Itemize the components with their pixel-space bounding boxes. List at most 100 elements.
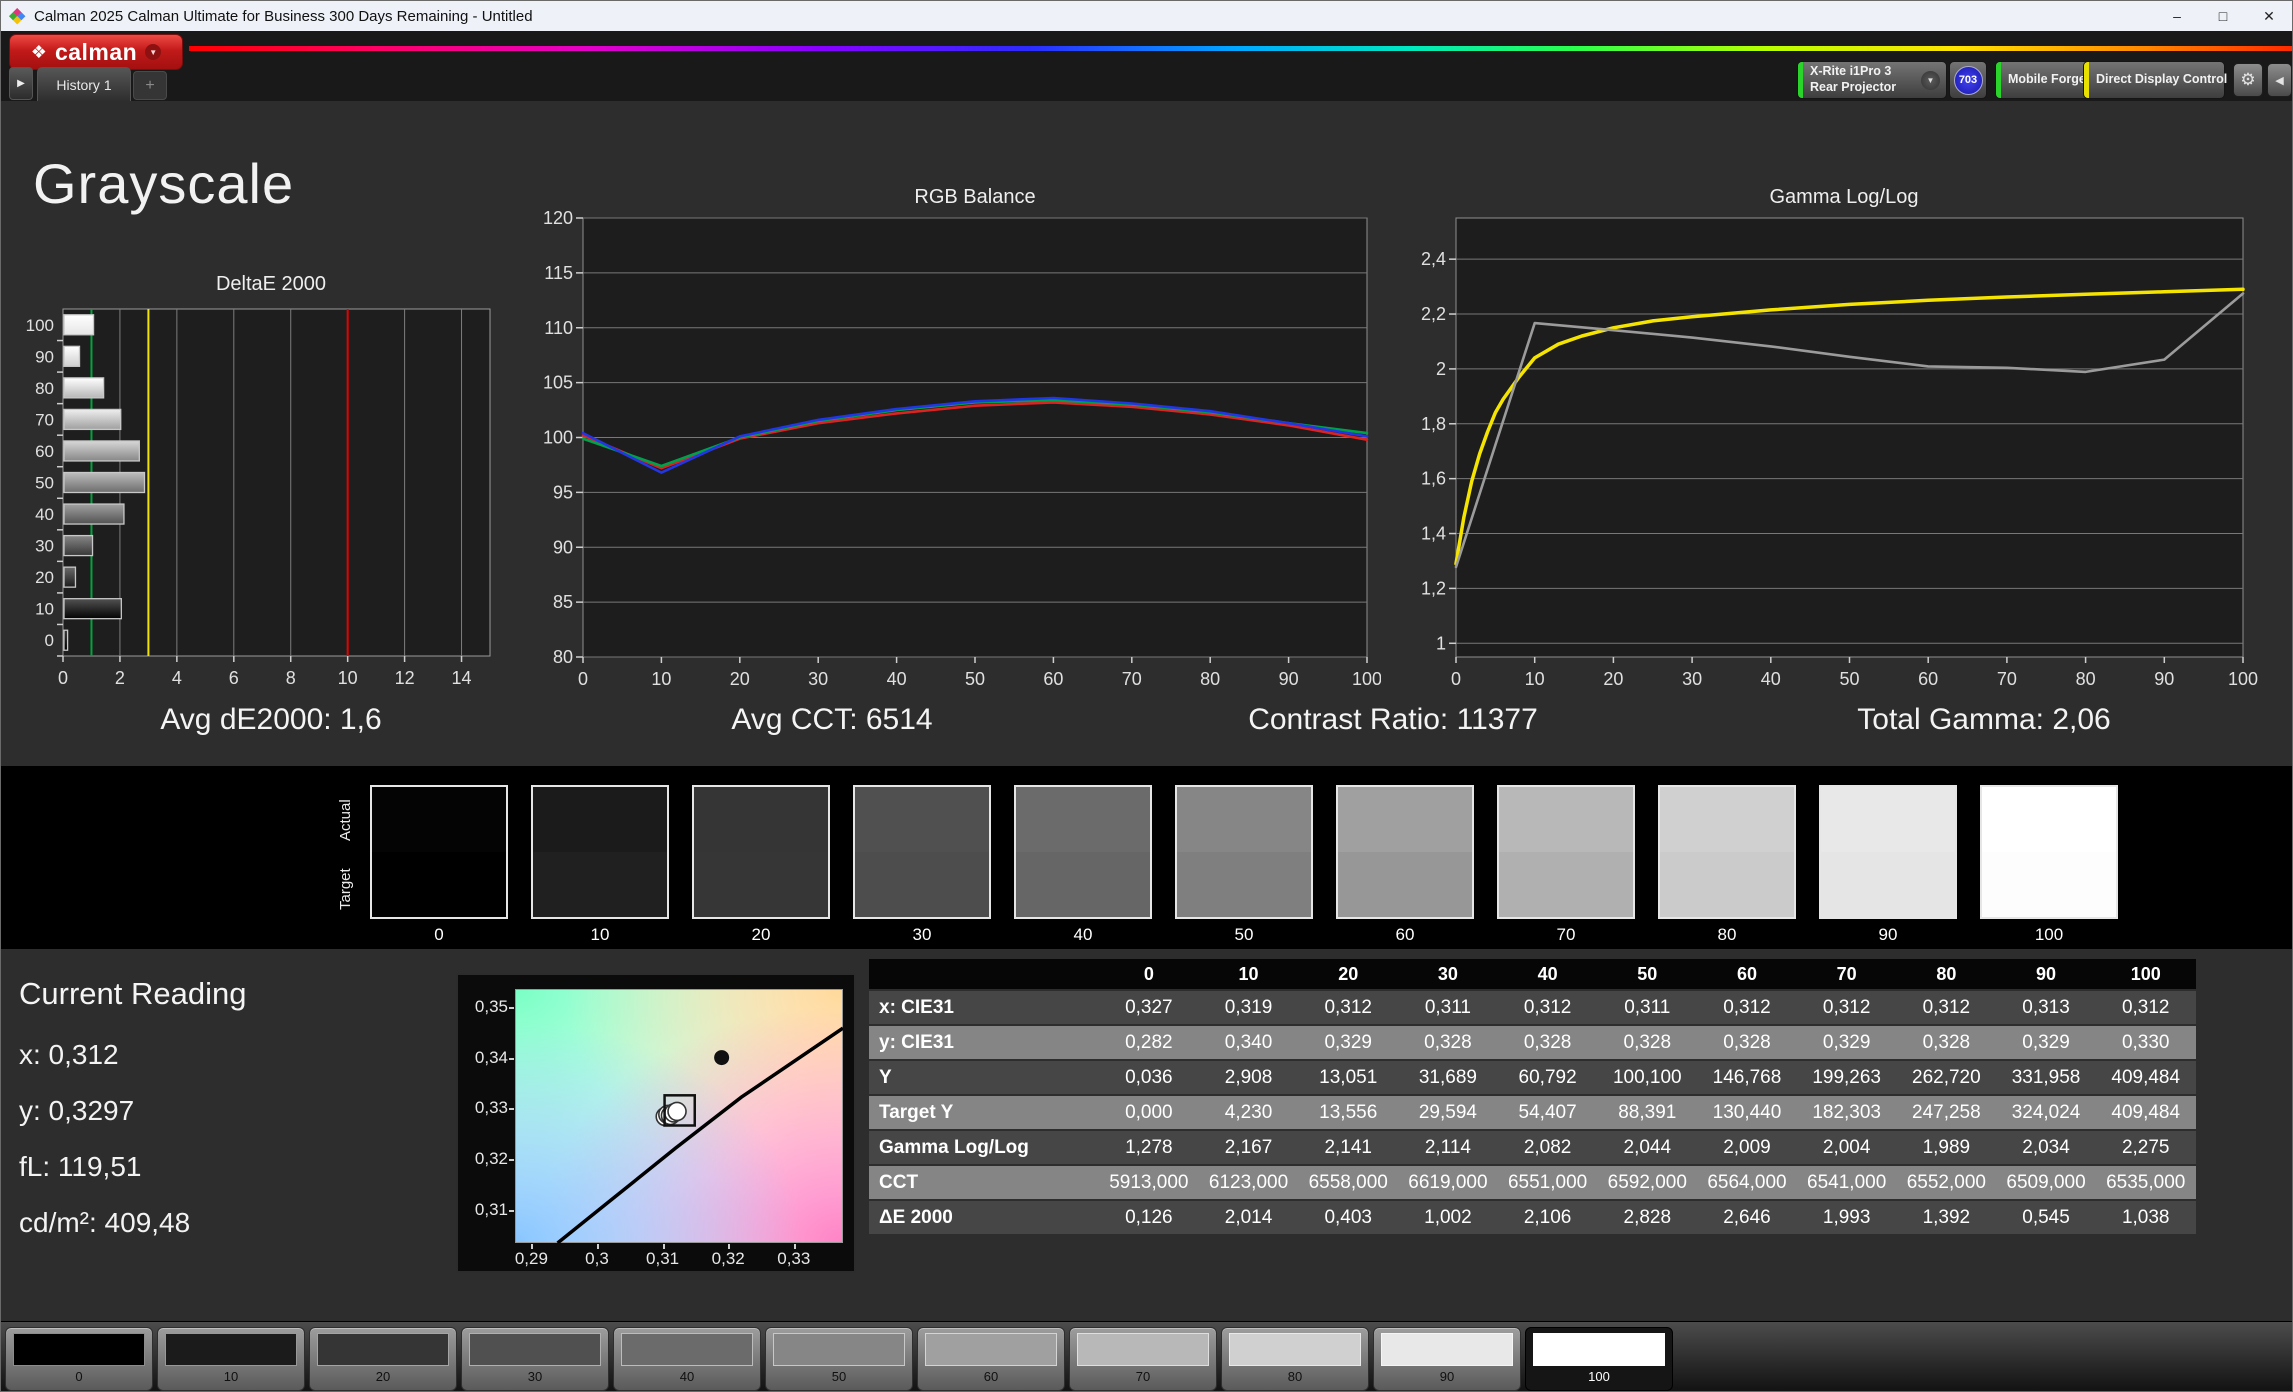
svg-text:40: 40 (887, 669, 907, 689)
table-cell: 6564,000 (1707, 1171, 1787, 1193)
page-title: Grayscale (33, 152, 295, 215)
grayscale-swatch-20 (692, 785, 830, 919)
swatch-label: 80 (1717, 925, 1737, 944)
table-cell: 1,278 (1125, 1136, 1173, 1158)
svg-text:2: 2 (1436, 359, 1446, 379)
pattern-swatch (1533, 1333, 1665, 1366)
table-cell: 0,328 (1523, 1031, 1572, 1053)
meter-mode-badge[interactable]: 703 (1949, 61, 1987, 99)
table-cell: 0,311 (1624, 996, 1671, 1018)
cie-x-tick-label: 0,32 (711, 1249, 745, 1268)
pattern-button-100[interactable]: 100 (1525, 1327, 1673, 1391)
svg-text:60: 60 (1918, 669, 1938, 689)
pattern-button-0[interactable]: 0 (5, 1327, 153, 1391)
grayscale-swatch-0 (370, 785, 508, 919)
table-cell: 1,002 (1424, 1206, 1472, 1228)
pattern-button-20[interactable]: 20 (309, 1327, 457, 1391)
table-cell: 1,038 (2121, 1206, 2170, 1228)
pattern-button-30[interactable]: 30 (461, 1327, 609, 1391)
svg-text:2,2: 2,2 (1421, 304, 1446, 324)
rgb-balance-chart: 80 85 90 95 100 105 110 115 120 0 10 20 30 40 50 60 70 80… (536, 208, 1381, 693)
table-row: x: CIE31 0,327 0,319 0,312 0,311 0,312 0,311 0,… (869, 991, 2196, 1024)
svg-text:40: 40 (35, 505, 54, 524)
settings-gear-button[interactable]: ⚙ (2233, 63, 2263, 97)
table-row-label: x: CIE31 (879, 996, 954, 1018)
close-button[interactable]: ✕ (2246, 1, 2292, 31)
table-cell: 199,263 (1812, 1066, 1881, 1088)
deltae-bar-70 (63, 408, 122, 431)
pattern-button-90[interactable]: 90 (1373, 1327, 1521, 1391)
table-cell: 13,051 (1319, 1066, 1378, 1088)
deltae-bar-10 (63, 598, 122, 620)
pattern-swatch (1077, 1333, 1209, 1366)
svg-text:115: 115 (544, 263, 573, 283)
svg-text:30: 30 (35, 537, 54, 556)
svg-text:1: 1 (1436, 633, 1446, 653)
swatch-label: 60 (1395, 925, 1415, 944)
table-cell: 6541,000 (1807, 1171, 1887, 1193)
table-cell: 29,594 (1418, 1101, 1477, 1123)
swatch-actual (855, 787, 989, 852)
svg-text:85: 85 (553, 592, 573, 612)
swatch-label: 30 (912, 925, 932, 944)
table-cell: 6123,000 (1208, 1171, 1289, 1193)
table-cell: 2,646 (1723, 1206, 1771, 1228)
collapse-toolbar-button[interactable]: ◀ (2267, 63, 2292, 97)
cie-x-tick-label: 0,29 (514, 1249, 548, 1268)
pattern-button-70[interactable]: 70 (1069, 1327, 1217, 1391)
titlebar: Calman 2025 Calman Ultimate for Business… (1, 1, 2292, 31)
grayscale-swatch-60 (1336, 785, 1474, 919)
history-panel-expander[interactable]: ▶ (9, 67, 33, 100)
svg-text:0: 0 (58, 668, 68, 688)
table-column-header: 30 (1437, 963, 1458, 984)
svg-text:40: 40 (1761, 669, 1781, 689)
svg-text:70: 70 (1122, 669, 1142, 689)
pattern-button-50[interactable]: 50 (765, 1327, 913, 1391)
table-row-label: Gamma Log/Log (879, 1136, 1029, 1158)
calman-diamond-icon: ❖ (30, 42, 47, 62)
svg-text:60: 60 (35, 442, 54, 461)
table-cell: 1,392 (1922, 1206, 1971, 1228)
pattern-bar: 0102030405060708090100 ▲ ■ ▶ [··] ∞ ↻ « … (1, 1321, 2292, 1391)
svg-text:2,4: 2,4 (1421, 249, 1446, 269)
pattern-label: 0 (75, 1369, 83, 1384)
svg-text:80: 80 (2076, 669, 2096, 689)
svg-text:10: 10 (338, 668, 358, 688)
display-control-selector[interactable]: Direct Display Control ▼ (2083, 61, 2254, 99)
gamma-loglog-chart: 1 1,2 1,4 1,6 1,8 2 2,2 2,4 0 10 20 30 40 50 60 70 80 90 1… (1408, 208, 2292, 693)
table-cell: 0,329 (1324, 1031, 1372, 1053)
swatch-label: 40 (1073, 925, 1093, 944)
table-cell: 4,230 (1224, 1101, 1273, 1123)
grayscale-swatch-50 (1175, 785, 1313, 919)
swatch-label: 10 (590, 925, 610, 944)
svg-text:95: 95 (553, 482, 573, 502)
svg-text:110: 110 (544, 318, 573, 338)
meter-selector[interactable]: X-Rite i1Pro 3 Rear Projector ▼ (1797, 61, 1947, 99)
table-cell: 0,340 (1224, 1031, 1273, 1053)
pattern-button-80[interactable]: 80 (1221, 1327, 1369, 1391)
window-title: Calman 2025 Calman Ultimate for Business… (34, 7, 533, 25)
pattern-button-60[interactable]: 60 (917, 1327, 1065, 1391)
meter-label: X-Rite i1Pro 3 Rear Projector (1810, 64, 1897, 94)
swatch-actual (1982, 787, 2116, 852)
maximize-button[interactable]: □ (2200, 1, 2246, 31)
add-tab-button[interactable]: + (133, 71, 167, 100)
calman-main-menu-button[interactable]: ❖ calman ▼ (9, 34, 183, 70)
table-row: Y 0,036 2,908 13,051 31,689 60,792 100,100 146,… (869, 1061, 2196, 1094)
svg-text:20: 20 (730, 669, 750, 689)
table-cell: 2,167 (1224, 1136, 1273, 1158)
pattern-swatch (1381, 1333, 1513, 1366)
pattern-button-10[interactable]: 10 (157, 1327, 305, 1391)
pattern-swatch (1229, 1333, 1361, 1366)
table-cell: 2,004 (1822, 1136, 1871, 1158)
swatch-actual (372, 787, 506, 852)
deltae-bar-100 (63, 314, 95, 336)
table-cell: 5913,000 (1109, 1171, 1189, 1193)
svg-text:80: 80 (1200, 669, 1220, 689)
pattern-button-40[interactable]: 40 (613, 1327, 761, 1391)
minimize-button[interactable]: – (2154, 1, 2200, 31)
svg-text:80: 80 (35, 379, 54, 398)
tab-history-1[interactable]: History 1 (37, 67, 131, 101)
table-cell: 0,329 (2022, 1031, 2070, 1053)
svg-text:50: 50 (35, 474, 54, 493)
